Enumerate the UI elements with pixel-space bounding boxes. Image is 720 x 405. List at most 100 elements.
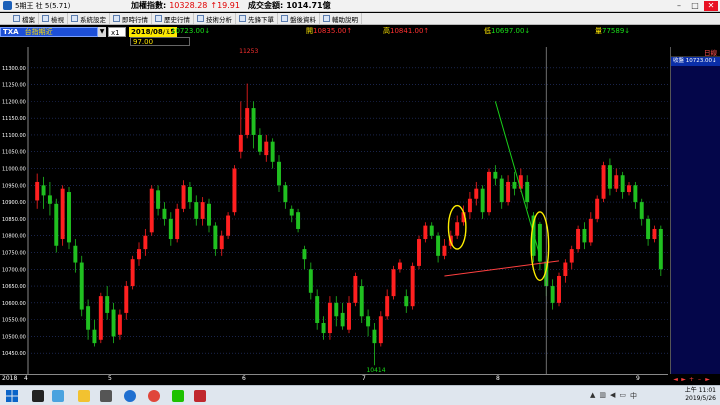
chrome-icon[interactable] (146, 388, 162, 404)
battery-icon[interactable]: ▭ (619, 391, 626, 401)
windows-taskbar: ▲ ▥ ◀ ▭ 中 上午 11:01 2019/5/26 (0, 385, 720, 405)
y-tick-label: 11100.00 (2, 133, 26, 139)
edge-icon[interactable] (122, 388, 138, 404)
title-bar: 5期王 社 5(5.71) 加權指數: 10328.28 ↑19.91 成交金額… (0, 0, 720, 12)
candle-body (429, 225, 434, 236)
date-axis-label: 9 (636, 375, 640, 382)
multiplier-select[interactable]: x1 (108, 26, 126, 37)
tool-afterhours[interactable]: 盤後資料 (278, 13, 320, 24)
open-field: 開10835.00↑ (306, 27, 353, 35)
explorer-icon[interactable] (76, 388, 92, 404)
candle-body (86, 306, 91, 330)
trading-app-task-icon[interactable] (192, 388, 208, 404)
y-tick-label: 10550.00 (2, 318, 26, 324)
toolbar-grip (0, 13, 10, 24)
candle-body (512, 181, 517, 189)
tool-realtime[interactable]: 即時行情 (110, 13, 152, 24)
candle-body (213, 225, 218, 250)
close-button[interactable]: ✕ (704, 1, 718, 11)
scroll-right-icon[interactable]: ► (680, 376, 687, 383)
line-icon[interactable] (170, 388, 186, 404)
symbol-code: TXA (3, 27, 19, 36)
candle-body (194, 202, 199, 219)
y-tick-label: 11200.00 (2, 99, 26, 105)
candle-body (321, 322, 326, 334)
symbol-name: 台指期近 (24, 27, 53, 36)
media-icon[interactable] (98, 388, 114, 404)
window-app-icon[interactable] (50, 388, 66, 404)
scroll-end-icon[interactable]: ► (704, 376, 711, 383)
zoom-out-icon[interactable]: – (696, 376, 703, 383)
speaker-app-icon[interactable] (30, 388, 46, 404)
maximize-button[interactable]: □ (688, 1, 702, 11)
zoom-in-icon[interactable]: + (688, 376, 695, 383)
volume-icon[interactable]: ◀ (610, 391, 615, 401)
candle-body (423, 225, 428, 240)
tool-view[interactable]: 檢視 (39, 13, 68, 24)
candle-body (410, 265, 415, 307)
clock[interactable]: 上午 11:01 2019/5/26 (685, 387, 716, 403)
candle-body (47, 195, 52, 204)
date-axis: 2018 4 5 6 7 8 9 (0, 374, 668, 384)
y-tick-label: 10500.00 (2, 334, 26, 340)
settings-icon (71, 15, 78, 22)
candle-body (200, 202, 205, 219)
candle-body (614, 175, 619, 189)
chart-svg: 10450.00 10500.00 10550.00 10600.00 10650.00… (2, 47, 668, 374)
tool-help[interactable]: 輔助說明 (320, 13, 362, 24)
candle-body (41, 185, 46, 196)
y-tick-label: 11000.00 (2, 167, 26, 173)
tool-order[interactable]: 先鋒下單 (236, 13, 278, 24)
candle-body (92, 329, 97, 344)
tool-technical[interactable]: 技術分析 (194, 13, 236, 24)
candle-body (442, 245, 447, 256)
chart-low-label: 10414 (366, 367, 385, 374)
candle-body (79, 262, 84, 310)
date-axis-label: 4 (24, 375, 28, 382)
candle-body (315, 296, 320, 323)
tool-file[interactable]: 檔案 (10, 13, 39, 24)
y-tick-label: 10850.00 (2, 217, 26, 223)
candlestick-chart[interactable]: 10450.00 10500.00 10550.00 10600.00 10650.00… (0, 47, 668, 374)
candle-body (436, 235, 441, 256)
chart-nav-buttons: ◄ ► + – ► (672, 374, 718, 384)
tool-history[interactable]: 歷史行情 (152, 13, 194, 24)
clock-date: 2019/5/26 (685, 395, 716, 402)
candle-body (417, 239, 421, 266)
history-icon (155, 15, 162, 22)
candle-body (397, 262, 402, 270)
ime-icon[interactable]: 中 (630, 391, 637, 401)
candle-body (537, 223, 542, 262)
candle-body (569, 249, 574, 263)
network-icon[interactable]: ▥ (599, 391, 606, 401)
candle-body (143, 235, 148, 250)
candle-body (289, 208, 294, 216)
candle-body (582, 228, 587, 243)
data-icon (281, 15, 288, 22)
candle-body (576, 228, 581, 250)
candle-body (550, 286, 555, 303)
candle-body (226, 215, 231, 236)
candle-body (181, 185, 186, 209)
file-icon (13, 15, 20, 22)
candle-body (525, 181, 530, 203)
panel-header: 日線 (671, 47, 720, 57)
candle-body (467, 198, 472, 213)
candle-body (557, 275, 561, 303)
candle-body (117, 314, 122, 335)
candle-body (187, 186, 192, 203)
symbol-dropdown-icon[interactable]: ▼ (98, 26, 106, 37)
candle-body (283, 185, 288, 203)
tool-settings[interactable]: 系統設定 (68, 13, 110, 24)
symbol-selector[interactable]: TXA 台指期近 (0, 26, 98, 37)
candle-body (359, 286, 364, 317)
y-tick-label: 10450.00 (2, 351, 26, 357)
scroll-left-icon[interactable]: ◄ (672, 376, 679, 383)
candle-body (595, 198, 600, 219)
candle-body (633, 185, 638, 203)
start-button-icon[interactable] (4, 388, 20, 404)
candle-body (175, 208, 180, 240)
index-change: ↑19.91 (210, 1, 240, 10)
tray-up-icon[interactable]: ▲ (590, 391, 595, 401)
minimize-button[interactable]: – (672, 1, 686, 11)
